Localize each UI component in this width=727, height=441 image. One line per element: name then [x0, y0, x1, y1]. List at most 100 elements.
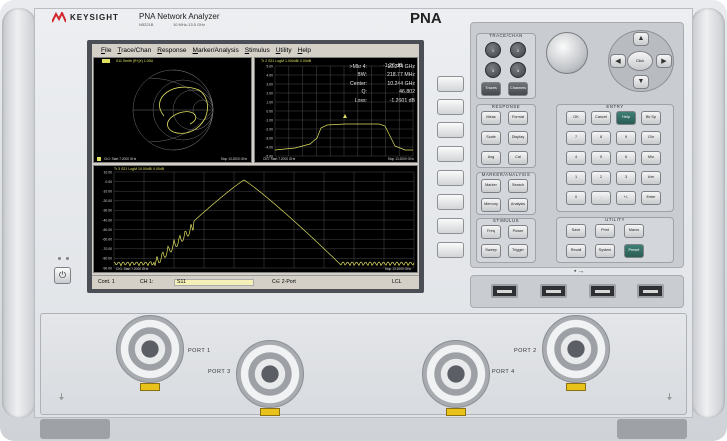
- entry-key[interactable]: Bk Sp: [641, 111, 661, 125]
- port-3-connector[interactable]: [236, 340, 304, 408]
- power-button[interactable]: Power: [508, 225, 528, 239]
- softkey-3[interactable]: [437, 122, 464, 138]
- nav-left-button[interactable]: ◀: [610, 54, 626, 68]
- entry-key[interactable]: 7: [566, 131, 586, 145]
- smith-stop: Stop 13.2000 GHz: [220, 157, 247, 161]
- usb-port-1[interactable]: [491, 284, 518, 298]
- model-range: 10 MHz-13.5 GHz: [173, 22, 206, 27]
- trace-key-1[interactable]: 1: [485, 42, 501, 58]
- usb-icon: ⋆→: [573, 268, 585, 275]
- cal-button[interactable]: Cal: [508, 151, 528, 165]
- usb-port-4[interactable]: [637, 284, 664, 298]
- s21-wide-plot-window[interactable]: Tr 3 S21 LogM 10.00dB/ 0.00dB 10.00 0.00-…: [93, 165, 418, 273]
- pna-badge: PNA: [410, 10, 442, 27]
- marker-analysis-title: MARKER/ANALYSIS: [481, 172, 531, 177]
- y-tick-label: -3.00: [265, 136, 273, 140]
- recall-button[interactable]: Recall: [566, 244, 586, 258]
- entry-key[interactable]: Help: [616, 111, 636, 125]
- entry-key[interactable]: 2: [591, 171, 611, 185]
- usb-port-2[interactable]: [540, 284, 567, 298]
- display-screen[interactable]: File Trace/Chan Response Marker/Analysis…: [92, 44, 419, 289]
- menu-help[interactable]: Help: [296, 47, 313, 54]
- entry-key[interactable]: 6: [616, 151, 636, 165]
- model-number: N5221B: [139, 22, 154, 27]
- menu-trace-chan[interactable]: Trace/Chan: [116, 47, 154, 54]
- meas-button[interactable]: Meas: [481, 111, 501, 125]
- menu-response[interactable]: Response: [155, 47, 188, 54]
- nav-down-button[interactable]: ▼: [633, 75, 649, 89]
- entry-key[interactable]: OK: [566, 111, 586, 125]
- channels-button[interactable]: Channels: [508, 82, 528, 96]
- entry-key[interactable]: 5: [591, 151, 611, 165]
- entry-key[interactable]: k/m: [641, 171, 661, 185]
- model-name: PNA Network Analyzer: [139, 12, 220, 21]
- analysis-button[interactable]: Analysis: [508, 198, 528, 212]
- brand-name: KEYSIGHT: [70, 13, 119, 22]
- port-1-connector[interactable]: [116, 315, 184, 383]
- save-button[interactable]: Save: [566, 224, 586, 238]
- nav-click-button[interactable]: Click: [627, 51, 653, 71]
- port-4-connector[interactable]: [422, 340, 490, 408]
- s21-zoom-plot-window[interactable]: Tr 2 S21 LogM 1.000dB/ 0.00dB >Mkr 4: 10…: [254, 57, 418, 163]
- freq-button[interactable]: Freq: [481, 225, 501, 239]
- traces-button[interactable]: Traces: [481, 82, 501, 96]
- softkey-5[interactable]: [437, 170, 464, 186]
- print-button[interactable]: Print: [595, 224, 615, 238]
- display-button[interactable]: Display: [508, 131, 528, 145]
- sweep-button[interactable]: Sweep: [481, 244, 501, 258]
- entry-key[interactable]: M/u: [641, 151, 661, 165]
- status-bar: Cont. 1 CH 1: S11 C∈ 2-Port LCL: [92, 275, 419, 288]
- smith-chart-window[interactable]: S11 Smith (R+jX) 1.00U Ch1: Start 7.2000…: [93, 57, 252, 163]
- system-button[interactable]: System: [595, 244, 615, 258]
- entry-key[interactable]: 9: [616, 131, 636, 145]
- menu-utility[interactable]: Utility: [274, 47, 294, 54]
- entry-key[interactable]: G/n: [641, 131, 661, 145]
- softkey-2[interactable]: [437, 99, 464, 115]
- marker-button[interactable]: Marker: [481, 179, 501, 193]
- trace-key-4[interactable]: 4: [510, 62, 526, 78]
- entry-key[interactable]: 0: [566, 191, 586, 205]
- status-trace-box[interactable]: [174, 279, 254, 286]
- search-button[interactable]: Search: [508, 179, 528, 193]
- nav-up-button[interactable]: ▲: [633, 32, 649, 46]
- memory-button[interactable]: Memory: [481, 198, 501, 212]
- preset-button[interactable]: Preset: [624, 244, 644, 258]
- softkey-7[interactable]: [437, 218, 464, 234]
- entry-key[interactable]: 4: [566, 151, 586, 165]
- ground-icon: ⏚: [58, 394, 65, 401]
- rotary-knob[interactable]: [546, 32, 588, 74]
- trigger-button[interactable]: Trigger: [508, 244, 528, 258]
- y-tick-label: 2.00: [266, 91, 273, 95]
- macro-button[interactable]: Macro: [624, 224, 644, 238]
- trace-key-3[interactable]: 3: [485, 62, 501, 78]
- trace-key-2[interactable]: 2: [510, 42, 526, 58]
- menu-stimulus[interactable]: Stimulus: [243, 47, 272, 54]
- softkey-4[interactable]: [437, 146, 464, 162]
- port-2-label: PORT 2: [514, 348, 537, 354]
- entry-key[interactable]: Enter: [641, 191, 661, 205]
- nav-right-button[interactable]: ▶: [656, 54, 672, 68]
- menu-file[interactable]: File: [99, 47, 114, 54]
- scale-button[interactable]: Scale: [481, 131, 501, 145]
- softkey-1[interactable]: [437, 76, 464, 92]
- entry-key[interactable]: .: [591, 191, 611, 205]
- menu-marker-analysis[interactable]: Marker/Analysis: [191, 47, 241, 54]
- entry-key[interactable]: 3: [616, 171, 636, 185]
- usb-port-3[interactable]: [589, 284, 616, 298]
- standby-led: [58, 257, 61, 260]
- port-2-connector[interactable]: [542, 315, 610, 383]
- entry-key[interactable]: Cancel: [591, 111, 611, 125]
- entry-key[interactable]: 1: [566, 171, 586, 185]
- avg-button[interactable]: Avg: [481, 151, 501, 165]
- softkey-8[interactable]: [437, 242, 464, 258]
- smith-chart: [132, 69, 214, 151]
- format-button[interactable]: Format: [508, 111, 528, 125]
- softkey-6[interactable]: [437, 194, 464, 210]
- y-tick-label: 0.00: [105, 180, 112, 184]
- power-button[interactable]: ⏻: [54, 267, 71, 284]
- entry-key[interactable]: 8: [591, 131, 611, 145]
- port-4-warning-label: [446, 408, 466, 416]
- entry-key[interactable]: +/-: [616, 191, 636, 205]
- left-handle: [2, 8, 36, 418]
- s21-zoom-stop: Stop 13.2000 GHz: [387, 157, 414, 161]
